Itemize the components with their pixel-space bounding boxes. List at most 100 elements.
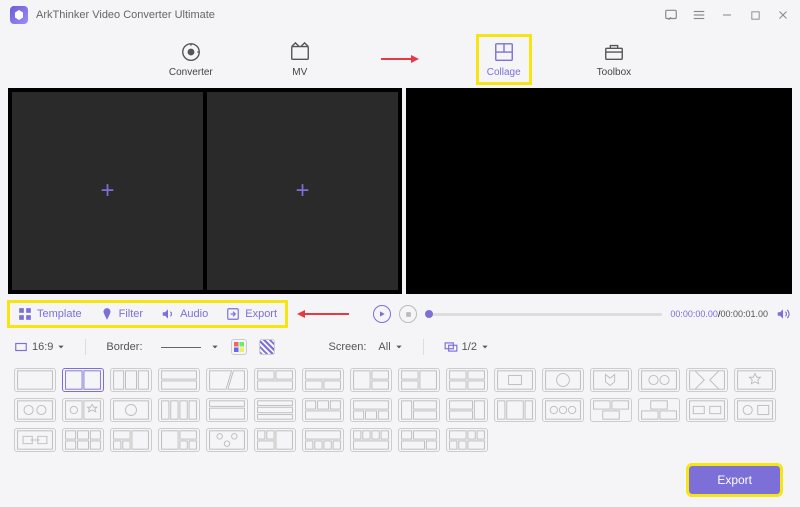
template-item[interactable] bbox=[638, 368, 680, 392]
subtab-audio[interactable]: Audio bbox=[161, 307, 208, 321]
template-item[interactable] bbox=[14, 398, 56, 422]
chevron-down-icon bbox=[395, 343, 403, 351]
titlebar: ArkThinker Video Converter Ultimate bbox=[0, 0, 800, 30]
seek-handle[interactable] bbox=[425, 310, 433, 318]
collage-slot-1[interactable]: + bbox=[12, 92, 203, 290]
template-item[interactable] bbox=[734, 398, 776, 422]
arrow-annotation-icon bbox=[295, 308, 351, 320]
maximize-button[interactable] bbox=[748, 8, 762, 22]
template-item[interactable] bbox=[590, 368, 632, 392]
template-item[interactable] bbox=[350, 398, 392, 422]
add-icon: + bbox=[295, 177, 309, 205]
time-display: 00:00:00.00/00:00:01.00 bbox=[670, 309, 768, 319]
play-button[interactable] bbox=[373, 305, 391, 323]
template-item[interactable] bbox=[494, 398, 536, 422]
subtab-filter[interactable]: Filter bbox=[100, 307, 143, 321]
template-item[interactable] bbox=[542, 368, 584, 392]
workspace: + + bbox=[0, 88, 800, 294]
tab-toolbox[interactable]: Toolbox bbox=[589, 37, 639, 82]
chat-icon[interactable] bbox=[664, 8, 678, 22]
preview-panel bbox=[406, 88, 792, 294]
tab-collage[interactable]: Collage bbox=[479, 37, 529, 82]
audio-icon bbox=[161, 307, 175, 321]
template-item[interactable] bbox=[110, 428, 152, 452]
template-item[interactable] bbox=[206, 428, 248, 452]
subtab-export[interactable]: Export bbox=[226, 307, 277, 321]
collage-slot-2[interactable]: + bbox=[207, 92, 398, 290]
stop-button[interactable] bbox=[399, 305, 417, 323]
aspect-ratio-select[interactable]: 16:9 bbox=[14, 340, 65, 354]
preview-right bbox=[600, 88, 792, 294]
template-item[interactable] bbox=[446, 368, 488, 392]
template-item[interactable] bbox=[110, 368, 152, 392]
template-item[interactable] bbox=[542, 398, 584, 422]
mv-icon bbox=[289, 41, 311, 63]
template-item[interactable] bbox=[350, 428, 392, 452]
export-icon bbox=[226, 307, 240, 321]
border-label: Border: bbox=[106, 341, 142, 353]
close-button[interactable] bbox=[776, 8, 790, 22]
template-item[interactable] bbox=[14, 428, 56, 452]
template-item[interactable] bbox=[350, 368, 392, 392]
template-item[interactable] bbox=[158, 398, 200, 422]
screen-label: Screen: bbox=[329, 341, 367, 353]
main-tabs: Converter MV Collage Toolbox bbox=[0, 34, 800, 84]
template-item[interactable] bbox=[734, 368, 776, 392]
add-icon: + bbox=[100, 177, 114, 205]
template-item[interactable] bbox=[62, 428, 104, 452]
template-item[interactable] bbox=[590, 398, 632, 422]
tab-mv[interactable]: MV bbox=[281, 37, 319, 82]
toolbar: Template Filter Audio Export 00:00:00.00… bbox=[0, 300, 800, 328]
export-button[interactable]: Export bbox=[689, 466, 780, 494]
subtab-template[interactable]: Template bbox=[18, 307, 82, 321]
template-item[interactable] bbox=[398, 398, 440, 422]
template-item[interactable] bbox=[206, 398, 248, 422]
border-color-picker[interactable] bbox=[231, 339, 247, 355]
filter-icon bbox=[100, 307, 114, 321]
template-item[interactable] bbox=[254, 368, 296, 392]
minimize-button[interactable] bbox=[720, 8, 734, 22]
volume-icon[interactable] bbox=[776, 307, 790, 321]
converter-icon bbox=[180, 41, 202, 63]
border-pattern-button[interactable] bbox=[259, 339, 275, 355]
template-item[interactable] bbox=[14, 368, 56, 392]
template-item[interactable] bbox=[398, 428, 440, 452]
template-item[interactable] bbox=[254, 398, 296, 422]
chevron-down-icon bbox=[57, 343, 65, 351]
arrow-annotation-icon bbox=[379, 53, 419, 65]
template-item[interactable] bbox=[638, 398, 680, 422]
seek-slider[interactable] bbox=[425, 313, 662, 316]
template-item[interactable] bbox=[158, 428, 200, 452]
template-item[interactable] bbox=[446, 398, 488, 422]
aspect-icon bbox=[14, 340, 28, 354]
template-item[interactable] bbox=[206, 368, 248, 392]
collage-icon bbox=[493, 41, 515, 63]
template-item[interactable] bbox=[158, 368, 200, 392]
template-item[interactable] bbox=[302, 398, 344, 422]
chevron-down-icon bbox=[211, 343, 219, 351]
toolbox-icon bbox=[603, 41, 625, 63]
template-icon bbox=[18, 307, 32, 321]
tab-converter[interactable]: Converter bbox=[161, 37, 221, 82]
template-item[interactable] bbox=[62, 368, 104, 392]
footer: Export bbox=[0, 458, 800, 502]
template-item[interactable] bbox=[110, 398, 152, 422]
border-style-select[interactable] bbox=[155, 343, 219, 351]
app-logo bbox=[10, 6, 28, 24]
chevron-down-icon bbox=[481, 343, 489, 351]
template-item[interactable] bbox=[446, 428, 488, 452]
template-item[interactable] bbox=[62, 398, 104, 422]
templates-grid bbox=[0, 362, 800, 458]
template-item[interactable] bbox=[686, 368, 728, 392]
template-item[interactable] bbox=[686, 398, 728, 422]
screen-select[interactable]: All bbox=[378, 341, 402, 353]
template-item[interactable] bbox=[494, 368, 536, 392]
menu-icon[interactable] bbox=[692, 8, 706, 22]
template-item[interactable] bbox=[254, 428, 296, 452]
subtabs: Template Filter Audio Export bbox=[10, 303, 285, 325]
template-item[interactable] bbox=[302, 368, 344, 392]
template-item[interactable] bbox=[398, 368, 440, 392]
page-select[interactable]: 1/2 bbox=[444, 340, 489, 354]
template-item[interactable] bbox=[302, 428, 344, 452]
options-bar: 16:9 Border: Screen: All 1/2 bbox=[0, 332, 800, 362]
